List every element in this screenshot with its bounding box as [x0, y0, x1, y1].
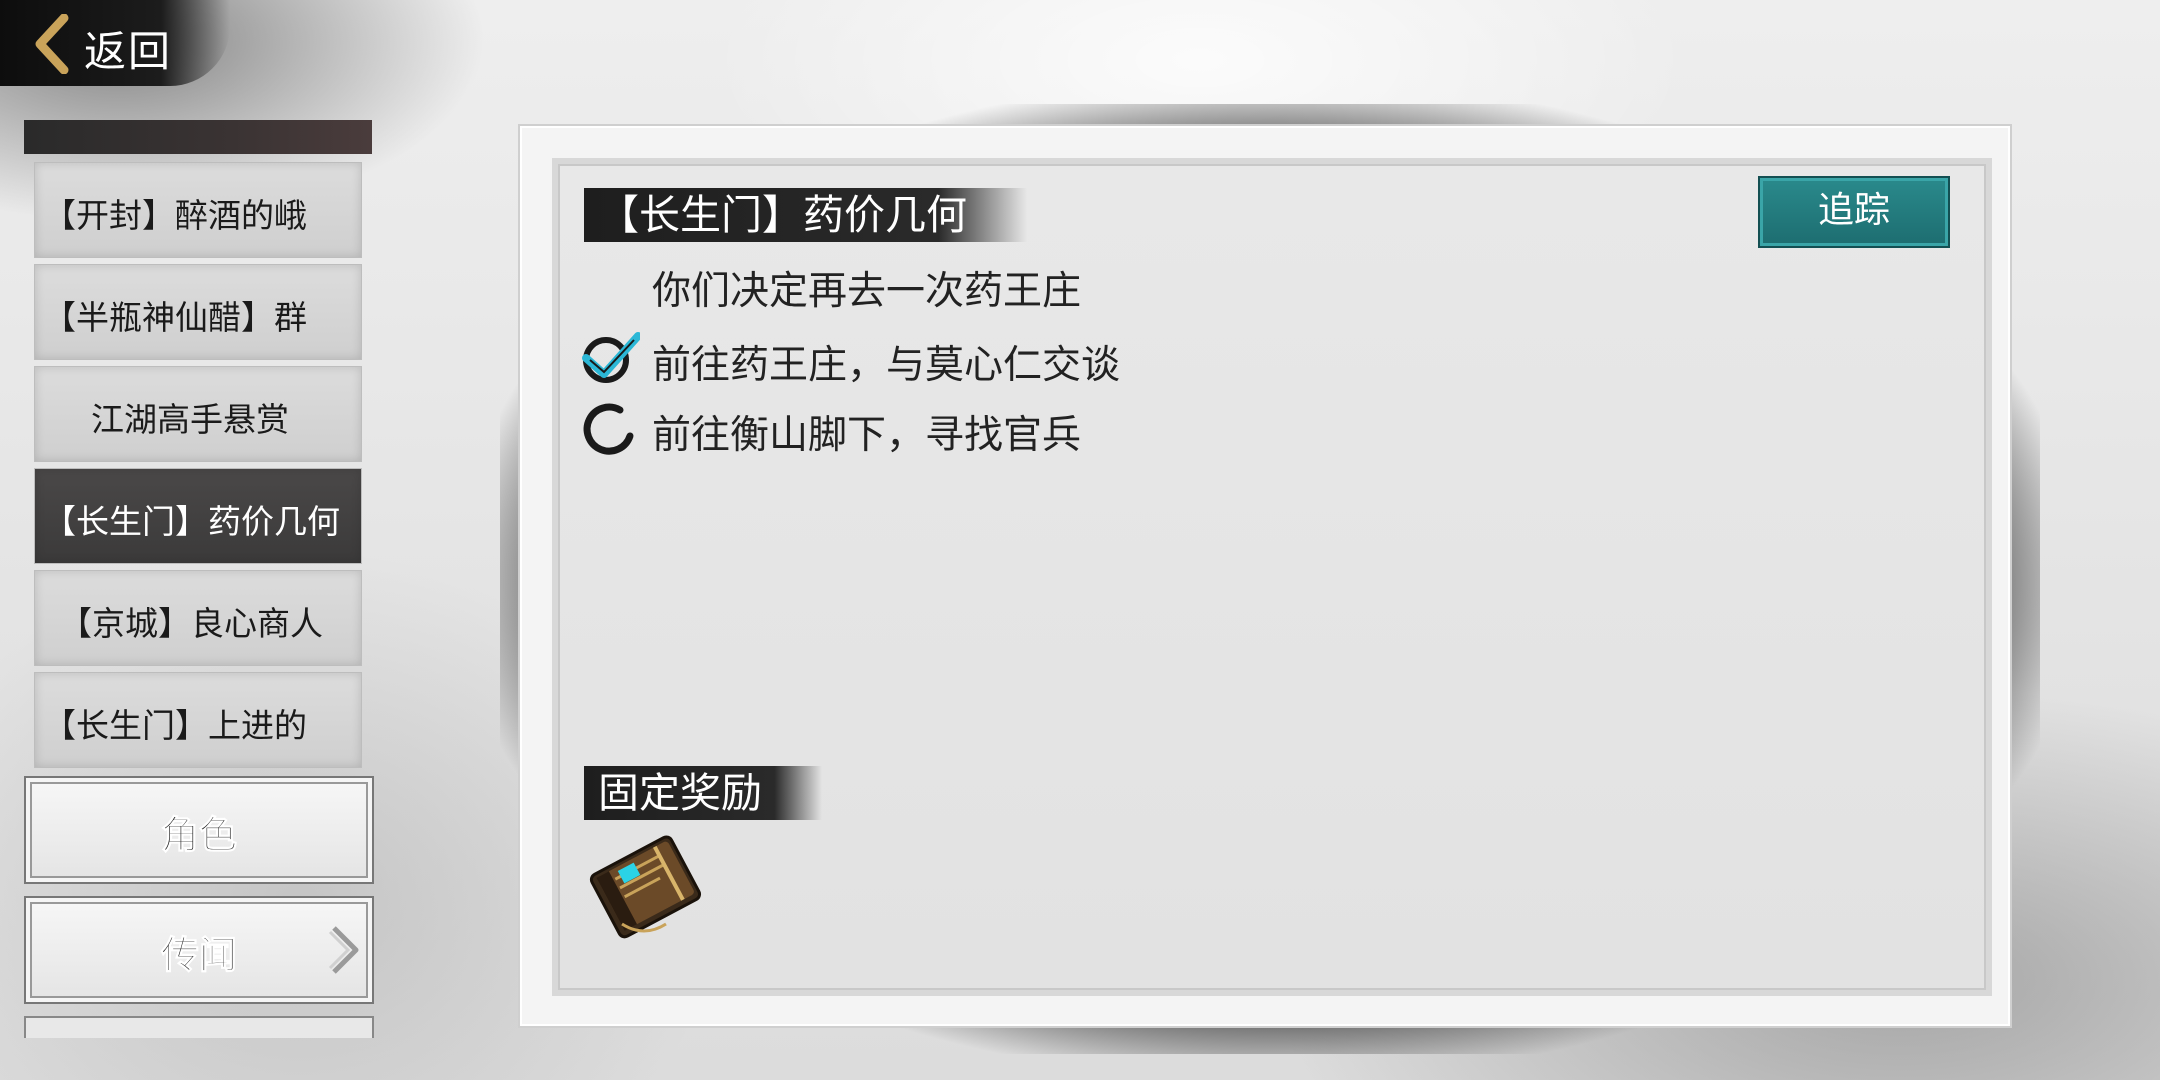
quest-list-item-3-selected[interactable]: 【长生门】药价几何	[34, 468, 362, 564]
quest-list-item-4[interactable]: 【京城】良心商人	[34, 570, 362, 666]
tab-rumors[interactable]: 传闻	[24, 896, 374, 1004]
back-label: 返回	[84, 27, 173, 76]
quest-list-item-5[interactable]: 【长生门】上进的	[34, 672, 362, 768]
book-item-icon[interactable]	[582, 826, 708, 946]
ink-circle-icon	[583, 403, 634, 455]
quest-title: 【长生门】药价几何	[584, 188, 1027, 242]
task-text: 前往衡山脚下，寻找官兵	[652, 413, 1082, 458]
quest-list-header	[24, 120, 372, 154]
track-button[interactable]: 追踪	[1758, 176, 1950, 248]
chevron-right-icon	[328, 926, 359, 974]
tab-partial[interactable]	[24, 1016, 374, 1038]
chevron-left-icon	[35, 14, 69, 74]
quest-list-item-label: 【开封】醉酒的峨	[43, 196, 307, 235]
quest-list-item-0[interactable]: 【开封】醉酒的峨	[34, 162, 362, 258]
quest-list-item-2[interactable]: 江湖高手悬赏	[34, 366, 362, 462]
quest-description: 你们决定再去一次药王庄	[652, 269, 1082, 314]
quest-list-item-label: 【京城】良心商人	[59, 604, 323, 643]
reward-title: 固定奖励	[584, 766, 822, 820]
tab-rumors-label: 传闻	[160, 933, 237, 978]
task-item-in-progress: 前往衡山脚下，寻找官兵	[580, 396, 1380, 458]
quest-list-item-label: 【半瓶神仙醋】群	[43, 298, 307, 337]
quest-list-item-label: 江湖高手悬赏	[91, 400, 289, 439]
check-icon	[582, 332, 640, 383]
back-button[interactable]: 返回	[0, 0, 230, 86]
quest-list-item-label: 【长生门】药价几何	[43, 502, 340, 541]
tab-character-label: 角色	[160, 813, 237, 858]
tab-character[interactable]: 角色	[24, 776, 374, 884]
task-item-completed: 前往药王庄，与莫心仁交谈	[580, 326, 1380, 388]
quest-list-item-1[interactable]: 【半瓶神仙醋】群	[34, 264, 362, 360]
quest-list-item-label: 【长生门】上进的	[43, 706, 307, 745]
task-text: 前往药王庄，与莫心仁交谈	[652, 343, 1121, 388]
